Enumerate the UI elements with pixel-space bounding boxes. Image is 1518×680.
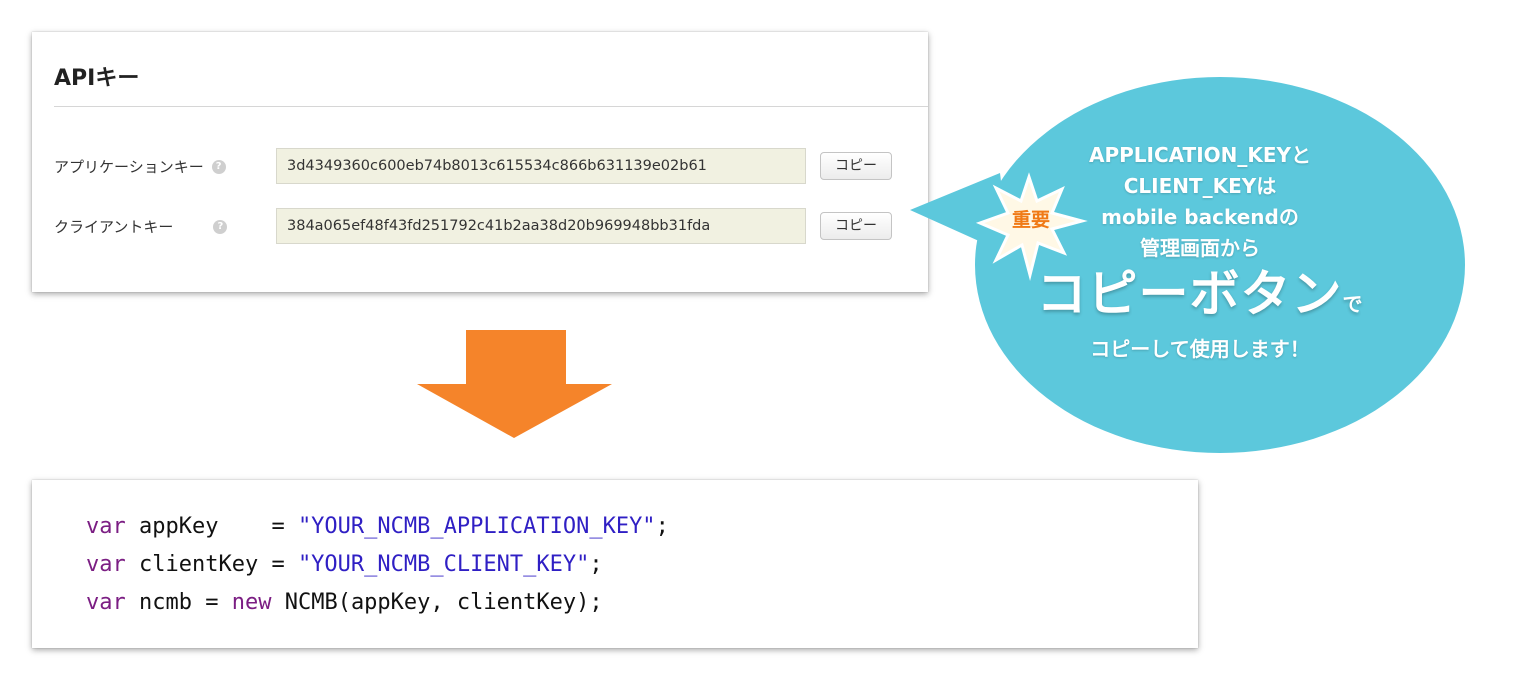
code-text: ncmb = <box>125 590 232 615</box>
application-key-label-text: アプリケーションキー <box>54 158 204 176</box>
client-key-field[interactable]: 384a065ef48f43fd251792c41b2aa38d20b96994… <box>276 208 806 244</box>
application-key-label: アプリケーションキー ? <box>54 156 226 177</box>
code-text: ; <box>589 552 603 577</box>
callout-line: 管理画面から <box>1140 236 1260 260</box>
application-key-field[interactable]: 3d4349360c600eb74b8013c615534c866b631139… <box>276 148 806 184</box>
callout-line: mobile backendの <box>1101 205 1299 229</box>
code-text: NCMB(appKey, clientKey); <box>271 590 603 615</box>
code-block: var appKey = "YOUR_NCMB_APPLICATION_KEY"… <box>86 508 669 622</box>
client-key-label: クライアントキー ? <box>54 216 228 237</box>
code-string: "YOUR_NCMB_CLIENT_KEY" <box>297 552 590 577</box>
copy-application-key-button[interactable]: コピー <box>820 152 892 180</box>
panel-title: APIキー <box>54 66 140 91</box>
copy-client-key-button[interactable]: コピー <box>820 212 892 240</box>
api-key-panel: APIキー アプリケーションキー ? 3d4349360c600eb74b801… <box>32 32 928 292</box>
application-key-row: アプリケーションキー ? 3d4349360c600eb74b8013c6155… <box>54 148 928 184</box>
code-text: clientKey = <box>125 552 298 577</box>
code-keyword: new <box>231 590 272 615</box>
code-keyword: var <box>86 552 126 577</box>
callout-line: CLIENT_KEYは <box>1123 174 1277 198</box>
code-text: appKey = <box>125 514 298 539</box>
code-text: ; <box>655 514 669 539</box>
code-line-client-key: var clientKey = "YOUR_NCMB_CLIENT_KEY"; <box>86 546 669 584</box>
client-key-row: クライアントキー ? 384a065ef48f43fd251792c41b2aa… <box>54 208 928 244</box>
code-keyword: var <box>86 590 126 615</box>
callout-big-suffix: で <box>1342 292 1364 316</box>
callout-message: APPLICATION_KEYと CLIENT_KEYは mobile back… <box>990 140 1410 365</box>
callout-bubble: 重要 APPLICATION_KEYと CLIENT_KEYは mobile b… <box>900 55 1518 455</box>
callout-big-text: コピーボタン <box>1036 265 1343 323</box>
divider <box>54 106 928 107</box>
help-icon[interactable]: ? <box>213 219 228 234</box>
callout-line: APPLICATION_KEYと <box>1088 143 1312 167</box>
code-line-ncmb: var ncmb = new NCMB(appKey, clientKey); <box>86 584 669 622</box>
code-panel: var appKey = "YOUR_NCMB_APPLICATION_KEY"… <box>32 480 1198 648</box>
code-line-app-key: var appKey = "YOUR_NCMB_APPLICATION_KEY"… <box>86 508 669 546</box>
code-keyword: var <box>86 514 126 539</box>
callout-last-line: コピーして使用します！ <box>1090 337 1310 361</box>
callout-emphasis: コピーボタンで <box>990 264 1410 334</box>
client-key-label-text: クライアントキー <box>54 218 174 236</box>
code-string: "YOUR_NCMB_APPLICATION_KEY" <box>297 514 656 539</box>
help-icon[interactable]: ? <box>211 159 226 174</box>
